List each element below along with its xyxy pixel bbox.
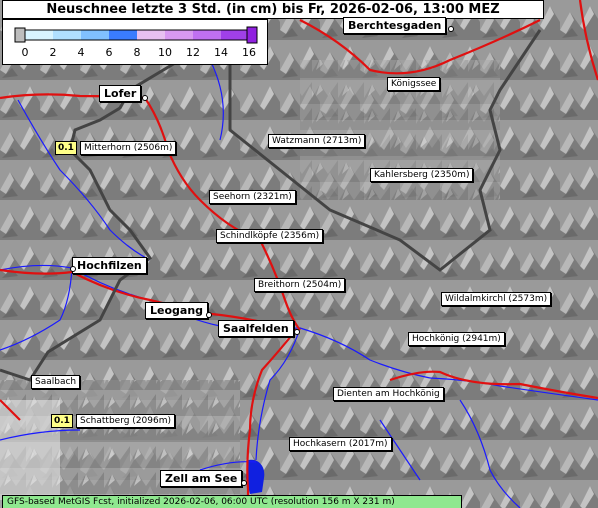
place-label: Saalbach (31, 375, 81, 389)
town-label: Zell am See (160, 470, 243, 487)
peak-label: Wildalmkirchl (2573m) (441, 292, 552, 306)
legend-tick-2: 2 (49, 46, 57, 59)
terrain-relief (0, 0, 598, 508)
peak-label: Schindlköpfe (2356m) (216, 229, 324, 243)
legend-tick-6: 6 (105, 46, 113, 59)
peak-label: Hochkönig (2941m) (408, 332, 505, 346)
town-label: Berchtesgaden (343, 17, 447, 34)
peak-label: Mitterhorn (2506m) (80, 141, 177, 155)
peak-label: Kahlersberg (2350m) (370, 168, 474, 182)
legend-tick-14: 14 (214, 46, 228, 59)
legend: 0 2 4 6 8 10 12 14 16 (2, 19, 268, 65)
town-label: Lofer (99, 85, 142, 102)
legend-tick-4: 4 (77, 46, 85, 59)
snow-value: 0.1 (51, 414, 73, 428)
town-label: Leogang (145, 302, 209, 319)
peak-label: Hochkasern (2017m) (289, 437, 392, 451)
peak-label: Breithorn (2504m) (254, 278, 346, 292)
legend-tick-10: 10 (158, 46, 172, 59)
location-marker (142, 95, 148, 101)
legend-tick-16: 16 (242, 46, 256, 59)
peak-label: Seehorn (2321m) (209, 190, 296, 204)
town-label: Hochfilzen (72, 257, 147, 274)
snow-value: 0.1 (55, 141, 77, 155)
legend-tick-12: 12 (186, 46, 200, 59)
peak-label: Schattberg (2096m) (76, 414, 175, 428)
town-label: Saalfelden (218, 320, 294, 337)
snow-map: Neuschnee letzte 3 Std. (in cm) bis Fr, … (0, 0, 598, 508)
location-marker (241, 480, 247, 486)
place-label: Königssee (387, 77, 441, 91)
location-marker (294, 329, 300, 335)
legend-tick-8: 8 (133, 46, 141, 59)
footer-info: GFS-based MetGIS Fcst, initialized 2026-… (2, 495, 462, 508)
location-marker (448, 26, 454, 32)
location-marker (206, 312, 212, 318)
place-label: Dienten am Hochkönig (333, 387, 444, 401)
location-marker (70, 266, 76, 272)
legend-tick-0: 0 (21, 46, 29, 59)
map-title: Neuschnee letzte 3 Std. (in cm) bis Fr, … (2, 0, 544, 19)
peak-label: Watzmann (2713m) (268, 134, 366, 148)
